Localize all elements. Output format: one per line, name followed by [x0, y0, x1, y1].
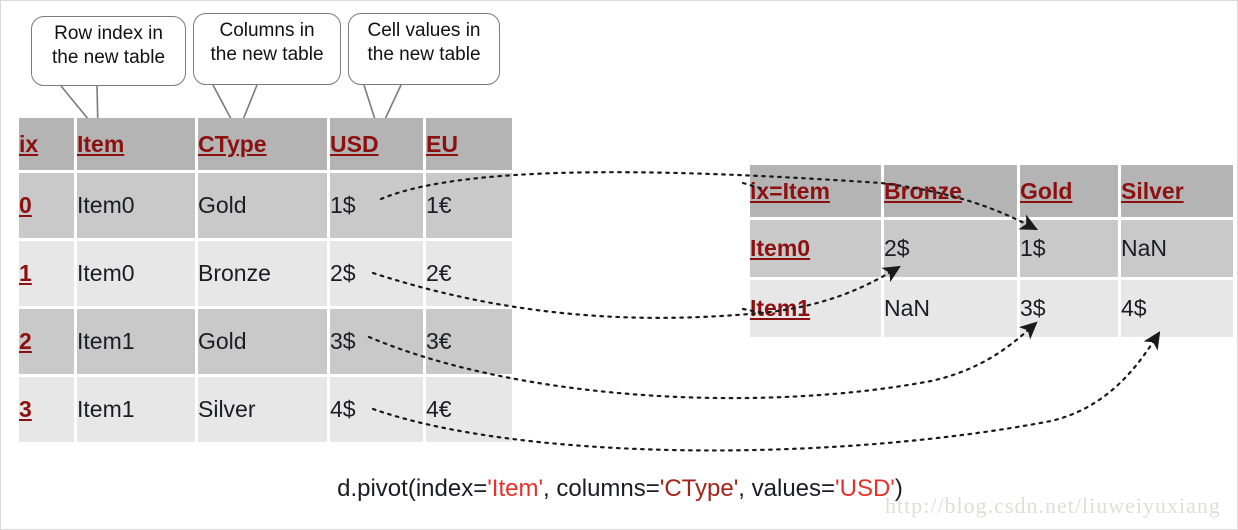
source-cell-ctype-1: Bronze	[198, 241, 327, 306]
source-table-header-row: ix Item CType USD EU	[19, 118, 512, 170]
row-index-callout-line1: Row index in	[54, 23, 163, 44]
source-header-ix: ix	[19, 118, 74, 170]
table-row: 0 Item0 Gold 1$ 1€	[19, 173, 512, 238]
source-cell-item-2: Item1	[77, 309, 195, 374]
source-cell-usd-3: 4$	[330, 377, 423, 442]
caption-part3: , values=	[738, 475, 836, 502]
caption-part1: d.pivot(index=	[337, 475, 488, 502]
pivot-cell-gold-1: 3$	[1020, 280, 1118, 337]
source-cell-ix-2: 2	[19, 309, 74, 374]
cell-values-callout: Cell values in the new table	[348, 13, 500, 85]
pivot-cell-silver-0: NaN	[1121, 220, 1233, 277]
table-row: 3 Item1 Silver 4$ 4€	[19, 377, 512, 442]
source-header-usd: USD	[330, 118, 423, 170]
source-table: ix Item CType USD EU 0 Item0 Gold 1$ 1€ …	[16, 115, 515, 445]
source-cell-usd-0: 1$	[330, 173, 423, 238]
pivot-header-ix-item: ix=Item	[750, 165, 881, 217]
row-index-callout-line2: the new table	[51, 46, 166, 68]
pivot-cell-index-0: Item0	[750, 220, 881, 277]
watermark: http://blog.csdn.net/liuweiyuxiang	[885, 493, 1221, 518]
source-cell-ctype-2: Gold	[198, 309, 327, 374]
pivot-diagram-figure: Row index in the new table Columns in th…	[0, 0, 1238, 530]
table-row: 2 Item1 Gold 3$ 3€	[19, 309, 512, 374]
cell-values-callout-line1: Cell values in	[367, 20, 481, 41]
source-cell-eu-3: 4€	[426, 377, 512, 442]
caption-arg-columns: 'CType'	[659, 475, 739, 502]
source-cell-eu-2: 3€	[426, 309, 512, 374]
pivot-header-silver: Silver	[1121, 165, 1233, 217]
columns-callout-line1: Columns in	[219, 20, 315, 41]
cell-values-callout-line2: the new table	[367, 43, 481, 65]
pivot-cell-silver-1: 4$	[1121, 280, 1233, 337]
pivot-cell-gold-0: 1$	[1020, 220, 1118, 277]
caption-arg-index: 'Item'	[487, 475, 544, 502]
source-cell-ix-1: 1	[19, 241, 74, 306]
source-cell-ctype-3: Silver	[198, 377, 327, 442]
caption-part2: , columns=	[543, 475, 660, 502]
source-header-eu: EU	[426, 118, 512, 170]
pivot-cell-index-1: Item1	[750, 280, 881, 337]
source-cell-item-1: Item0	[77, 241, 195, 306]
pivot-header-bronze: Bronze	[884, 165, 1017, 217]
source-cell-ix-3: 3	[19, 377, 74, 442]
table-row: 1 Item0 Bronze 2$ 2€	[19, 241, 512, 306]
source-cell-eu-1: 2€	[426, 241, 512, 306]
pivot-cell-bronze-0: 2$	[884, 220, 1017, 277]
columns-callout: Columns in the new table	[193, 13, 341, 85]
table-row: Item0 2$ 1$ NaN	[750, 220, 1233, 277]
source-cell-ix-0: 0	[19, 173, 74, 238]
source-cell-item-0: Item0	[77, 173, 195, 238]
pivot-table: ix=Item Bronze Gold Silver Item0 2$ 1$ N…	[747, 162, 1236, 340]
source-header-item: Item	[77, 118, 195, 170]
source-cell-usd-2: 3$	[330, 309, 423, 374]
pivot-cell-bronze-1: NaN	[884, 280, 1017, 337]
source-cell-ctype-0: Gold	[198, 173, 327, 238]
columns-callout-line2: the new table	[210, 43, 324, 65]
source-cell-item-3: Item1	[77, 377, 195, 442]
source-cell-eu-0: 1€	[426, 173, 512, 238]
pivot-header-gold: Gold	[1020, 165, 1118, 217]
table-row: Item1 NaN 3$ 4$	[750, 280, 1233, 337]
pivot-table-header-row: ix=Item Bronze Gold Silver	[750, 165, 1233, 217]
row-index-callout: Row index in the new table	[31, 16, 186, 86]
source-header-ctype: CType	[198, 118, 327, 170]
source-cell-usd-1: 2$	[330, 241, 423, 306]
